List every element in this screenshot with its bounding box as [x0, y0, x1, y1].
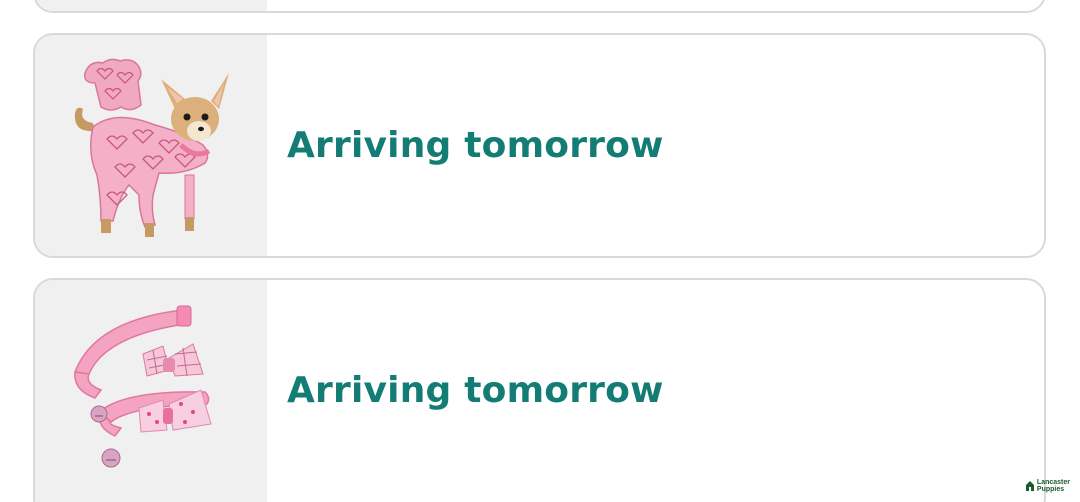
dog-pajamas-image — [74, 58, 229, 237]
order-card[interactable]: Arriving tomorrow — [33, 278, 1046, 502]
order-card[interactable]: Arriving tomorrow — [33, 33, 1046, 258]
watermark-line1: Lancaster — [1036, 479, 1070, 486]
house-logo-icon — [1025, 481, 1034, 491]
product-thumbnail[interactable] — [35, 35, 267, 256]
bow-collar-image — [73, 305, 212, 468]
order-info: Arriving tomorrow — [267, 280, 1044, 502]
watermark-line2: Puppies — [1036, 486, 1065, 493]
order-list: Arriving tomorrow Arriving tomorrow Lanc… — [0, 0, 1080, 502]
delivery-status: Arriving tomorrow — [287, 370, 664, 411]
delivery-status: Arriving tomorrow — [287, 125, 664, 166]
product-thumbnail[interactable] — [35, 280, 267, 502]
product-thumbnail[interactable] — [35, 0, 267, 11]
order-card[interactable] — [33, 0, 1046, 13]
lancaster-puppies-watermark: Lancaster Puppies — [1025, 479, 1070, 493]
order-info: Arriving tomorrow — [267, 35, 1044, 256]
order-info — [267, 0, 1044, 11]
